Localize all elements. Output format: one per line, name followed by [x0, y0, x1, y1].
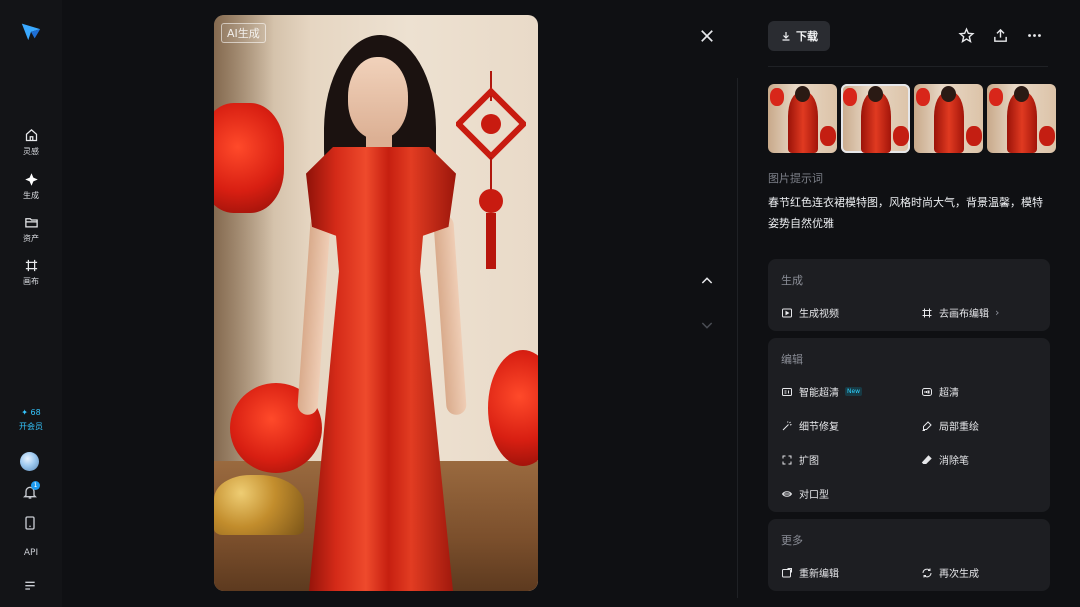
action-label: 细节修复: [799, 422, 839, 433]
action-label: 对口型: [799, 490, 829, 501]
eraser-button[interactable]: 消除笔: [921, 452, 969, 467]
new-badge: New: [845, 387, 863, 396]
notification-badge: 1: [31, 481, 40, 490]
inpaint-button[interactable]: 局部重绘: [921, 418, 979, 433]
chevron-right-icon: ›: [995, 306, 1000, 319]
thumbnail-strip: [768, 84, 1056, 153]
image-red-dress: [306, 147, 456, 591]
sidebar-item-label: 生成: [23, 191, 39, 200]
image-gold-ingots: [214, 475, 304, 535]
credits-count: ✦ 68: [21, 408, 41, 417]
ai-generated-tag: AI生成: [221, 23, 266, 43]
sidebar-item-canvas[interactable]: 画布: [0, 258, 62, 287]
folder-icon: [24, 218, 38, 228]
thumbnail-2[interactable]: [841, 84, 910, 153]
section-title: 更多: [781, 534, 803, 547]
lip-sync-button[interactable]: 对口型: [781, 486, 829, 501]
action-label: 重新编辑: [799, 569, 839, 580]
action-label: 智能超清: [799, 388, 839, 399]
sidebar-item-label: 画布: [23, 277, 39, 286]
share-icon[interactable]: [992, 27, 1009, 44]
magic-wand-icon: [782, 420, 792, 430]
sidebar-item-label: 灵感: [23, 147, 39, 156]
chevron-up-icon[interactable]: [699, 273, 715, 289]
edit-section: 编辑 智能超清 New 超清 细节修复 局部重绘 扩图 消除笔 对口型: [768, 338, 1050, 512]
thumbnail-4[interactable]: [987, 84, 1056, 153]
canvas-edit-button[interactable]: 去画布编辑 ›: [921, 305, 999, 320]
star-icon[interactable]: [958, 27, 975, 44]
regenerate-button[interactable]: 再次生成: [921, 565, 979, 580]
close-icon[interactable]: [698, 27, 716, 45]
video-icon: [782, 308, 792, 317]
action-label: 扩图: [799, 456, 819, 467]
sidebar-item-generate[interactable]: 生成: [0, 172, 62, 201]
expand-icon: [782, 455, 792, 464]
home-icon: [25, 129, 37, 142]
action-label: 消除笔: [939, 456, 969, 467]
more-options-icon[interactable]: [1026, 27, 1043, 44]
edit-icon: [782, 567, 792, 577]
chevron-down-icon[interactable]: [699, 317, 715, 333]
canvas-icon: [25, 259, 37, 272]
header-divider: [768, 66, 1048, 67]
sidebar-item-assets[interactable]: 资产: [0, 215, 62, 244]
menu-icon[interactable]: [22, 577, 38, 593]
sidebar-item-label: 资产: [23, 234, 39, 243]
re-edit-button[interactable]: 重新编辑: [781, 565, 839, 580]
smart-upscale-button[interactable]: 智能超清 New: [781, 384, 863, 399]
sidebar-item-inspiration[interactable]: 灵感: [0, 128, 62, 157]
section-title: 编辑: [781, 353, 803, 366]
expand-image-button[interactable]: 扩图: [781, 452, 819, 467]
generated-image[interactable]: AI生成: [214, 15, 538, 591]
more-section: 更多 重新编辑 再次生成: [768, 519, 1050, 591]
panel-divider: [737, 78, 738, 598]
eraser-icon: [921, 454, 932, 464]
prompt-title: 图片提示词: [768, 172, 823, 185]
image-model-face: [348, 57, 408, 139]
thumbnail-3[interactable]: [914, 84, 983, 153]
action-label: 超清: [939, 388, 959, 399]
brush-icon: [922, 420, 932, 431]
refresh-icon: [922, 568, 932, 577]
lips-icon: [781, 490, 793, 497]
download-label: 下载: [796, 30, 818, 43]
logo-icon[interactable]: [20, 20, 42, 42]
generate-section: 生成 生成视频 去画布编辑 ›: [768, 259, 1050, 331]
canvas-icon: [922, 308, 932, 317]
image-lantern: [214, 103, 284, 213]
api-link[interactable]: API: [0, 548, 62, 558]
sparkle-icon: [24, 173, 38, 186]
section-title: 生成: [781, 274, 803, 287]
thumbnail-1[interactable]: [768, 84, 837, 153]
download-button[interactable]: 下载: [768, 21, 830, 51]
phone-icon[interactable]: [22, 515, 38, 531]
membership-button[interactable]: 开会员: [0, 420, 62, 434]
hd-icon: [922, 387, 932, 396]
action-label: 去画布编辑: [939, 309, 989, 320]
action-label: 局部重绘: [939, 422, 979, 433]
chinese-knot-decoration: [456, 71, 526, 269]
download-icon: [782, 32, 790, 41]
generate-video-button[interactable]: 生成视频: [781, 305, 839, 320]
sidebar: 灵感 生成 资产 画布 ✦ 68 开会员 1 API: [0, 0, 62, 607]
detail-repair-button[interactable]: 细节修复: [781, 418, 839, 433]
avatar[interactable]: [20, 452, 39, 471]
image-lantern: [488, 350, 538, 466]
upscale-button[interactable]: 超清: [921, 384, 959, 399]
membership-promo[interactable]: ✦ 68 开会员: [0, 406, 62, 434]
action-label: 再次生成: [939, 569, 979, 580]
hd-icon: [782, 387, 792, 396]
image-model-arm: [297, 214, 331, 416]
prompt-text: 春节红色连衣裙模特图，风格时尚大气，背景温馨，模特姿势自然优雅: [768, 196, 1043, 230]
action-label: 生成视频: [799, 309, 839, 320]
